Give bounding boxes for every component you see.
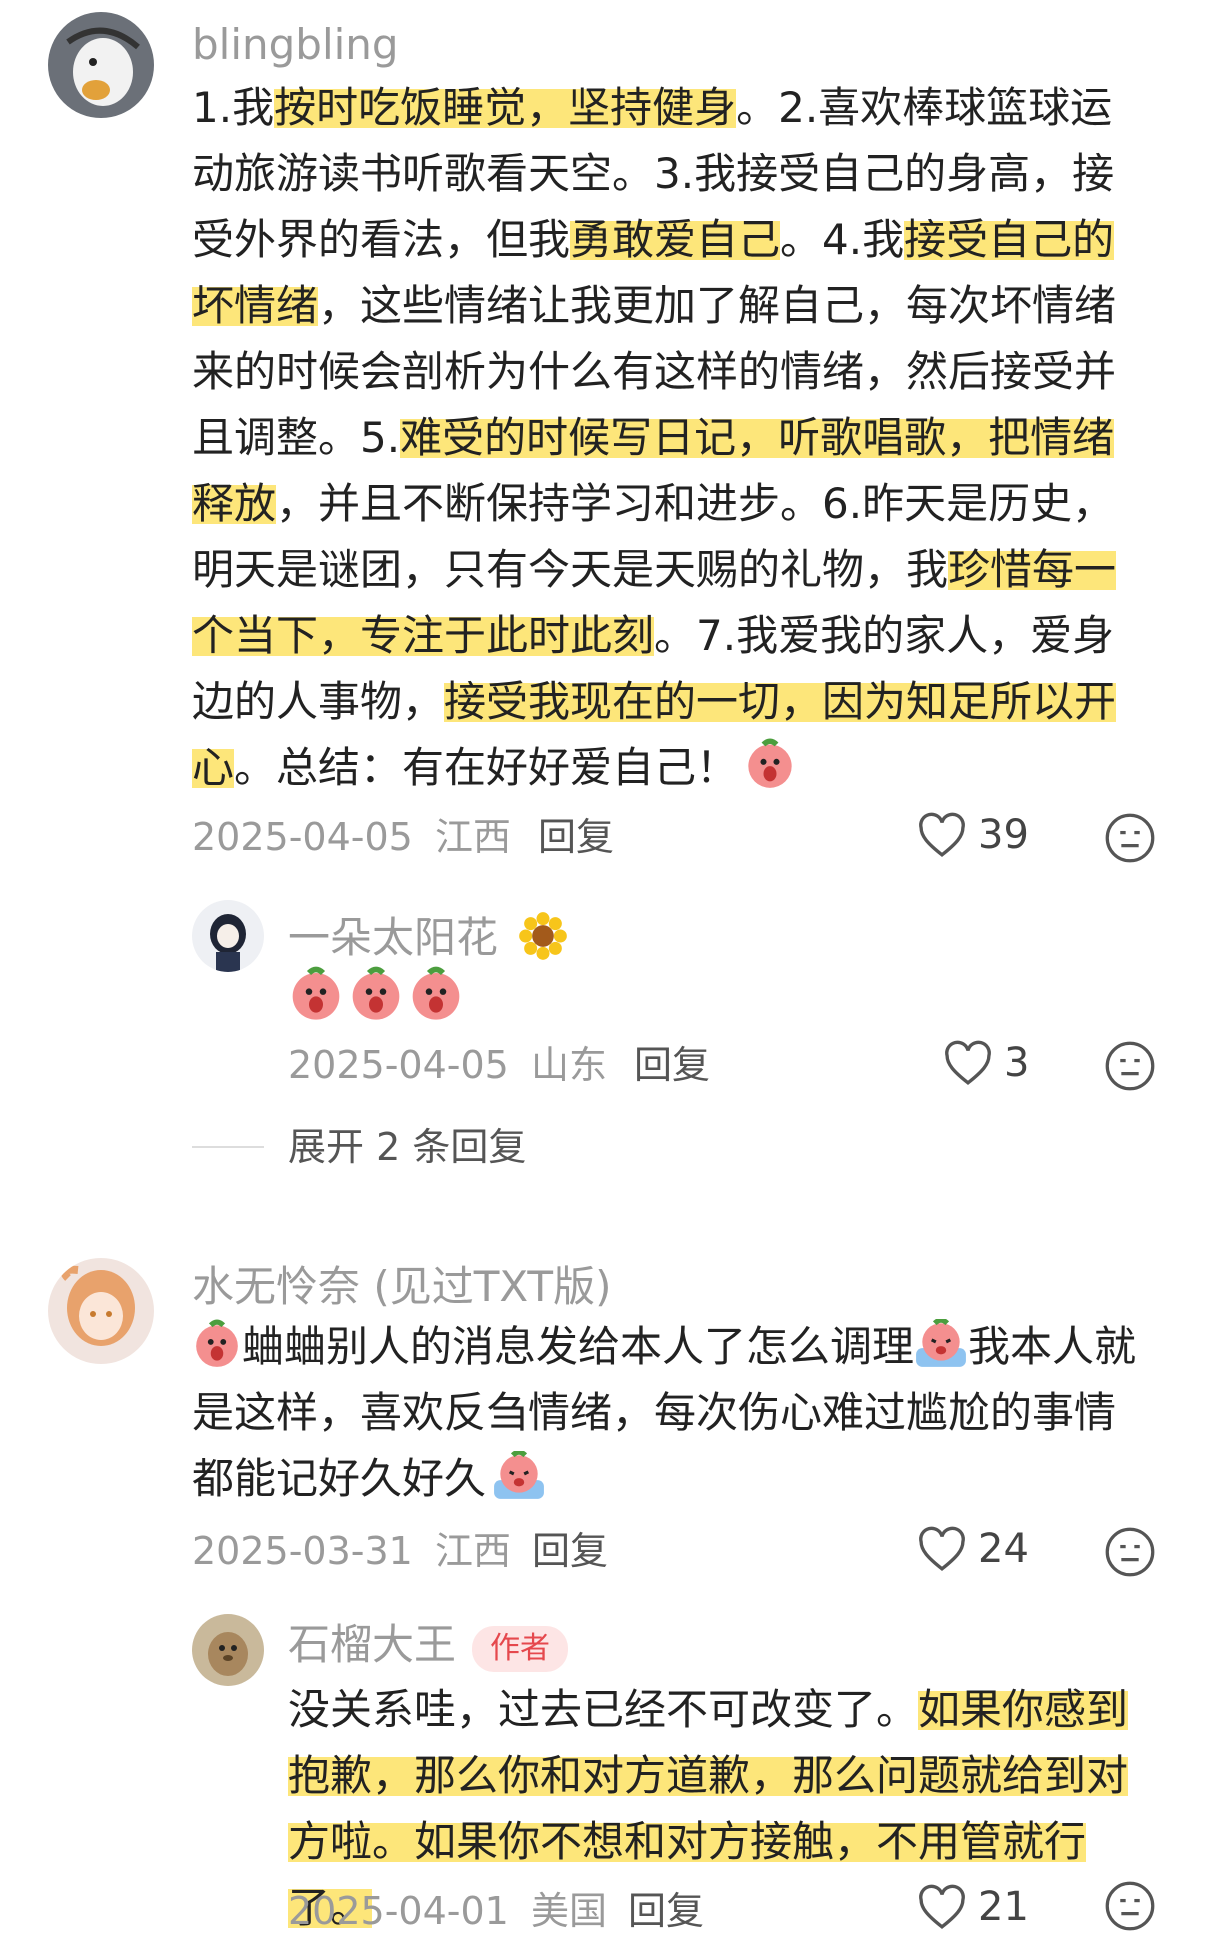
heart-icon [945, 1040, 991, 1085]
comment-location: 江西 [434, 1529, 511, 1573]
like-button[interactable]: 21 [916, 1884, 1029, 1930]
dislike-face-icon [1105, 813, 1155, 863]
like-count: 3 [1004, 1040, 1030, 1086]
reply-date: 2025-04-01 [288, 1889, 509, 1933]
reply-meta: 2025-04-01 美国 [288, 1892, 607, 1930]
peach-emoji [352, 966, 400, 1020]
avatar[interactable] [48, 1258, 154, 1364]
reply-button[interactable]: 回复 [628, 1892, 704, 1930]
sunflower-emoji [519, 912, 568, 960]
highlighted-text: 勇敢爱自己 [570, 215, 781, 264]
comment-text: 蛐蛐别人的消息发给本人了怎么调理 我本人就是这样，喜欢反刍情绪，每次伤心难过尴尬的… [192, 1314, 1152, 1512]
reply-username[interactable]: 一朵太阳花 [288, 910, 569, 962]
reply-location: 山东 [530, 1043, 607, 1087]
dislike-button[interactable] [1104, 1526, 1156, 1582]
expand-replies-button[interactable]: 展开 2 条回复 [288, 1128, 526, 1166]
peach-emoji [412, 966, 460, 1020]
comment-meta: 2025-04-05 江西 [192, 818, 511, 856]
comment-username[interactable]: 水无怜奈 (见过TXT版) [192, 1266, 611, 1308]
like-button[interactable]: 39 [916, 812, 1029, 858]
reply-username[interactable]: 石榴大王 [288, 1624, 456, 1666]
like-count: 21 [978, 1884, 1029, 1930]
reply-emojis [288, 966, 464, 1022]
highlighted-text: 按时吃饭睡觉，坚持健身 [274, 83, 737, 132]
comment-meta: 2025-03-31 江西 [192, 1532, 511, 1570]
like-button[interactable]: 24 [916, 1526, 1029, 1572]
comment-location: 江西 [434, 815, 511, 859]
reply-button[interactable]: 回复 [532, 1532, 608, 1570]
like-count: 39 [978, 812, 1029, 858]
heart-icon [919, 1526, 965, 1571]
dislike-face-icon [1105, 1527, 1155, 1577]
comment-date: 2025-03-31 [192, 1529, 413, 1573]
dislike-button[interactable] [1104, 1040, 1156, 1096]
heart-icon [919, 1884, 965, 1929]
reply-date: 2025-04-05 [288, 1043, 509, 1087]
text-segment: 。4.我 [780, 215, 905, 264]
avatar[interactable] [48, 12, 154, 118]
like-button[interactable]: 3 [942, 1040, 1029, 1086]
reply-location: 美国 [530, 1889, 607, 1933]
reply-button[interactable]: 回复 [538, 818, 614, 856]
peach-emoji [292, 966, 340, 1020]
dislike-face-icon [1105, 1041, 1155, 1091]
avatar[interactable] [192, 900, 264, 972]
text-segment: 没关系哇，过去已经不可改变了。 [288, 1685, 919, 1734]
dislike-button[interactable] [1104, 812, 1156, 868]
comment-date: 2025-04-05 [192, 815, 413, 859]
text-segment: 。总结：有在好好爱自己！ [234, 743, 739, 792]
peach-emoji [748, 738, 792, 788]
reply-meta: 2025-04-05 山东 [288, 1046, 607, 1084]
comment-username[interactable]: blingbling [192, 24, 399, 66]
dislike-button[interactable] [1104, 1880, 1156, 1936]
comment-text: 1.我按时吃饭睡觉，坚持健身。2.喜欢棒球篮球运动旅游读书听歌看天空。3.我接受… [192, 75, 1152, 801]
text-segment: 1.我 [192, 83, 275, 132]
reply-button[interactable]: 回复 [634, 1046, 710, 1084]
dislike-face-icon [1105, 1881, 1155, 1931]
avatar[interactable] [192, 1614, 264, 1686]
author-badge: 作者 [472, 1626, 568, 1672]
like-count: 24 [978, 1526, 1029, 1572]
heart-icon [919, 812, 965, 857]
peach-emoji [196, 1319, 238, 1367]
crying-emoji [916, 1319, 966, 1367]
expand-divider [192, 1146, 264, 1148]
crying-emoji [494, 1451, 544, 1499]
